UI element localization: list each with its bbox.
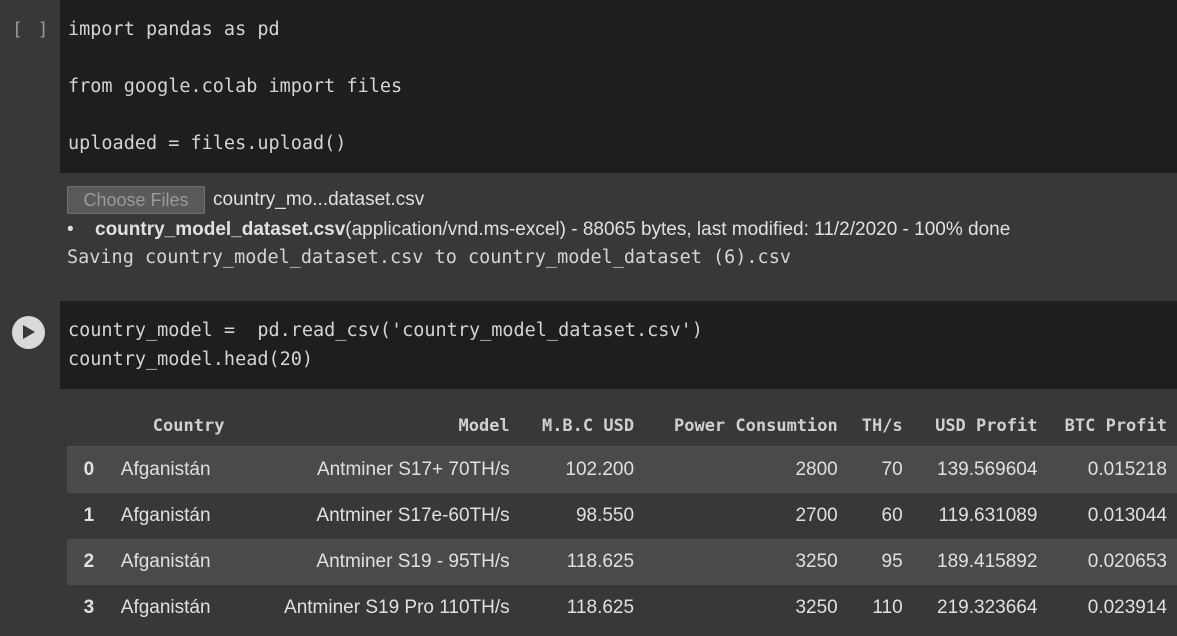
uploaded-file-details: (application/vnd.ms-excel) - 88065 bytes… <box>345 219 1011 240</box>
column-header-model: Model <box>262 406 520 447</box>
cell-mbc-usd: 118.625 <box>519 539 645 585</box>
code-line: import pandas as pd <box>68 19 280 40</box>
uploaded-file-name: country_model_dataset.csv <box>95 219 346 240</box>
table-row: 0 Afganistán Antminer S17+ 70TH/s 102.20… <box>67 446 1177 493</box>
table-row: 1 Afganistán Antminer S17e-60TH/s 98.550… <box>67 493 1177 539</box>
code-editor-1[interactable]: import pandas as pd from google.colab im… <box>60 0 1177 173</box>
cell-usd-profit: 189.415892 <box>912 539 1048 585</box>
column-header-index <box>67 406 111 447</box>
uploaded-file-item: • country_model_dataset.csv(application/v… <box>67 219 1010 241</box>
cell-country: Afganistán <box>110 493 263 539</box>
cell-execution-count[interactable]: [ ] <box>12 19 51 40</box>
cell-usd-profit: 119.631089 <box>912 493 1048 539</box>
code-line: uploaded = files.upload() <box>68 133 347 154</box>
choose-files-button[interactable]: Choose Files <box>67 186 205 214</box>
cell-btc-profit: 0.020653 <box>1047 539 1177 585</box>
row-index: 1 <box>67 493 111 539</box>
column-header-mbc-usd: M.B.C USD <box>519 406 645 447</box>
cell-power: 2700 <box>644 493 848 539</box>
cell-ths: 60 <box>847 493 913 539</box>
cell-model: Antminer S17+ 70TH/s <box>262 446 520 493</box>
cell-btc-profit: 0.015218 <box>1047 446 1177 493</box>
code-line: country_model.head(20) <box>68 349 314 370</box>
selected-file-label: country_mo...dataset.csv <box>213 189 425 210</box>
cell-usd-profit: 139.569604 <box>912 446 1048 493</box>
cell-mbc-usd: 102.200 <box>519 446 645 493</box>
row-index: 0 <box>67 446 111 493</box>
cell-ths: 110 <box>847 585 913 631</box>
cell-model: Antminer S17e-60TH/s <box>262 493 520 539</box>
code-line: from google.colab import files <box>68 76 403 97</box>
column-header-usd-profit: USD Profit <box>912 406 1048 447</box>
cell-ths: 70 <box>847 446 913 493</box>
cell-country: Afganistán <box>110 446 263 493</box>
table-header-row: Country Model M.B.C USD Power Consumtion… <box>67 406 1177 447</box>
table-row: 2 Afganistán Antminer S19 - 95TH/s 118.6… <box>67 539 1177 585</box>
cell-country: Afganistán <box>110 539 263 585</box>
column-header-btc-profit: BTC Profit <box>1047 406 1177 447</box>
cell-model: Antminer S19 Pro 110TH/s <box>262 585 520 631</box>
cell-power: 2800 <box>644 446 848 493</box>
cell-mbc-usd: 118.625 <box>519 585 645 631</box>
cell-btc-profit: 0.023914 <box>1047 585 1177 631</box>
column-header-ths: TH/s <box>847 406 913 447</box>
cell-power: 3250 <box>644 539 848 585</box>
cell-mbc-usd: 98.550 <box>519 493 645 539</box>
play-icon <box>23 325 35 339</box>
row-index: 2 <box>67 539 111 585</box>
column-header-power: Power Consumtion <box>644 406 848 447</box>
dataframe-table: Country Model M.B.C USD Power Consumtion… <box>67 406 1177 631</box>
code-editor-2[interactable]: country_model = pd.read_csv('country_mod… <box>60 301 1177 389</box>
cell-model: Antminer S19 - 95TH/s <box>262 539 520 585</box>
run-cell-button[interactable] <box>12 316 45 349</box>
code-line: country_model = pd.read_csv('country_mod… <box>68 320 703 341</box>
cell-ths: 95 <box>847 539 913 585</box>
cell-btc-profit: 0.013044 <box>1047 493 1177 539</box>
table-row: 3 Afganistán Antminer S19 Pro 110TH/s 11… <box>67 585 1177 631</box>
cell-power: 3250 <box>644 585 848 631</box>
saving-message: Saving country_model_dataset.csv to coun… <box>67 247 791 268</box>
row-index: 3 <box>67 585 111 631</box>
column-header-country: Country <box>110 406 263 447</box>
cell-usd-profit: 219.323664 <box>912 585 1048 631</box>
bullet-icon: • <box>67 219 74 240</box>
cell-country: Afganistán <box>110 585 263 631</box>
